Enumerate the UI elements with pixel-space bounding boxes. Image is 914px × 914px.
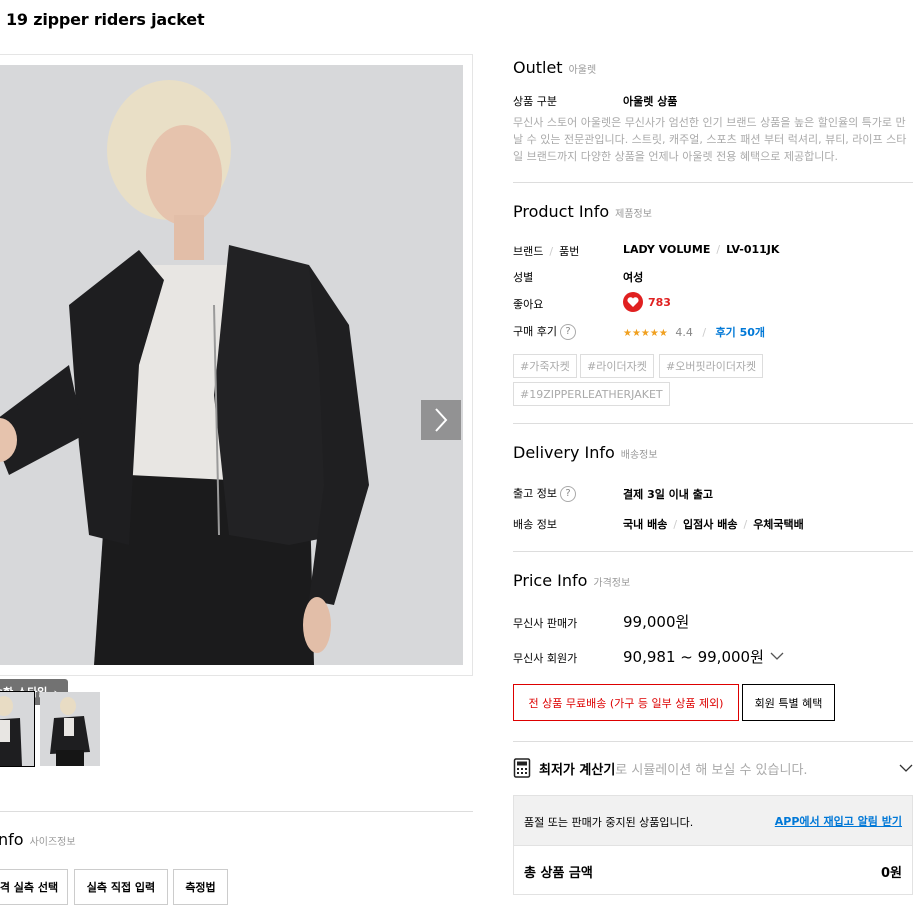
- total-price-bar: 총 상품 금액 0원: [514, 845, 912, 894]
- next-image-button[interactable]: [421, 400, 461, 440]
- rating-stars: ★★★★★: [623, 328, 668, 339]
- delivery-info-title: Delivery Info 배송정보: [513, 443, 658, 462]
- method-vendor: 입점사 배송: [683, 518, 738, 531]
- delivery-subtitle: 배송정보: [620, 450, 658, 461]
- brand-item-value: LADY VOLUME / LV-011JK: [623, 243, 780, 256]
- chevron-down-icon: [770, 652, 784, 660]
- gender-value: 여성: [623, 271, 644, 284]
- brand-item-label: 브랜드 / 품번: [513, 245, 580, 258]
- tag-leather-jacket[interactable]: #가죽자켓: [513, 354, 577, 378]
- tag-19zipper[interactable]: #19ZIPPERLEATHERJAKET: [513, 382, 670, 406]
- likes-count: 783: [648, 295, 671, 309]
- thumbnail-image: [0, 692, 34, 766]
- divider: [513, 741, 913, 742]
- item-no-label: 품번: [559, 245, 580, 258]
- calculator-icon: [513, 758, 531, 778]
- brand-label: 브랜드: [513, 245, 544, 258]
- rating-value: 4.4: [675, 326, 693, 339]
- size-section-divider: [0, 811, 473, 812]
- soldout-text: 품절 또는 판매가 중지된 상품입니다.: [524, 816, 694, 829]
- ship-label: 출고 정보: [513, 487, 557, 500]
- method-values: 국내 배송 / 입점사 배송 / 우체국택배: [623, 518, 804, 531]
- soldout-notice: 품절 또는 판매가 중지된 상품입니다. APP에서 재입고 알림 받기 총 상…: [513, 795, 913, 895]
- sale-price-label: 무신사 판매가: [513, 617, 578, 630]
- thumbnail-1[interactable]: [0, 691, 35, 767]
- outlet-description: 무신사 스토어 아울렛은 무신사가 엄선한 인기 브랜드 상품을 높은 할인율의…: [513, 116, 907, 163]
- size-info-subtitle: 사이즈정보: [29, 837, 76, 848]
- size-direct-input-button[interactable]: 실측 직접 입력: [74, 869, 168, 905]
- calculator-desc: 로 시뮬레이션 해 보실 수 있습니다.: [615, 762, 808, 778]
- member-price-label: 무신사 회원가: [513, 652, 578, 665]
- ship-value: 결제 3일 이내 출고: [623, 488, 713, 501]
- method-post: 우체국택배: [753, 518, 804, 531]
- total-label: 총 상품 금액: [524, 866, 593, 881]
- total-value: 0원: [880, 866, 902, 881]
- measurement-guide-button[interactable]: 측정법: [173, 869, 228, 905]
- size-info-label: nfo: [0, 830, 24, 849]
- thumbnail-image: [40, 692, 100, 766]
- divider: [513, 423, 913, 424]
- outlet-subtitle: 아울렛: [568, 65, 597, 76]
- lowest-price-calculator[interactable]: 최저가 계산기 로 시뮬레이션 해 보실 수 있습니다.: [513, 756, 913, 780]
- member-price-value: 90,981 ~ 99,000원: [623, 648, 764, 666]
- jacket-photo: [0, 65, 463, 665]
- price-info-title-label: Price Info: [513, 571, 588, 590]
- ship-label-row: 출고 정보?: [513, 485, 576, 502]
- outlet-title-label: Outlet: [513, 58, 563, 77]
- tag-overfit-rider[interactable]: #오버핏라이더자켓: [659, 354, 764, 378]
- size-info-title: nfo 사이즈정보: [0, 830, 76, 849]
- help-icon[interactable]: ?: [559, 324, 576, 340]
- help-icon[interactable]: ?: [559, 486, 576, 502]
- heart-icon: [623, 292, 643, 312]
- outlet-title: Outlet 아울렛: [513, 58, 596, 77]
- sale-price-value: 99,000원: [623, 613, 690, 631]
- price-info-title: Price Info 가격정보: [513, 571, 630, 590]
- delivery-info-title-label: Delivery Info: [513, 443, 615, 462]
- like-button[interactable]: 783: [623, 292, 671, 312]
- divider: [513, 182, 913, 183]
- item-no-value: LV-011JK: [726, 243, 780, 256]
- calculator-title: 최저가 계산기: [539, 762, 616, 778]
- brand-link[interactable]: LADY VOLUME: [623, 243, 710, 256]
- review-label: 구매 후기: [513, 325, 557, 338]
- product-info-title: Product Info 제품정보: [513, 202, 652, 221]
- main-image-frame: 숫한 스타일 ›: [0, 54, 473, 705]
- divider: [513, 551, 913, 552]
- category-label: 상품 구분: [513, 95, 557, 108]
- restock-alert-link[interactable]: APP에서 재입고 알림 받기: [775, 813, 902, 829]
- gender-label: 성별: [513, 271, 534, 284]
- product-title: 19 zipper riders jacket: [6, 10, 205, 29]
- review-count-link[interactable]: 후기 50개: [716, 326, 766, 339]
- size-select-button[interactable]: 격 실측 선택: [0, 869, 68, 905]
- product-info-subtitle: 제품정보: [615, 209, 652, 220]
- thumbnail-2[interactable]: [40, 692, 100, 766]
- review-label-row: 구매 후기?: [513, 323, 576, 340]
- chevron-right-icon: [435, 408, 448, 432]
- member-benefit-button[interactable]: 회원 특별 혜택: [742, 684, 835, 721]
- member-price-toggle[interactable]: 90,981 ~ 99,000원: [623, 646, 784, 667]
- method-domestic: 국내 배송: [623, 518, 668, 531]
- method-label: 배송 정보: [513, 518, 557, 531]
- free-shipping-button[interactable]: 전 상품 무료배송 (가구 등 일부 상품 제외): [513, 684, 739, 721]
- category-value: 아울렛 상품: [623, 95, 678, 108]
- chevron-down-icon: [899, 764, 913, 772]
- product-info-title-label: Product Info: [513, 202, 610, 221]
- tag-rider-jacket[interactable]: #라이더자켓: [580, 354, 654, 378]
- product-main-image[interactable]: [0, 65, 463, 665]
- rating-row: ★★★★★ 4.4 / 후기 50개: [623, 326, 766, 339]
- price-subtitle: 가격정보: [593, 578, 631, 589]
- likes-label: 좋아요: [513, 298, 544, 311]
